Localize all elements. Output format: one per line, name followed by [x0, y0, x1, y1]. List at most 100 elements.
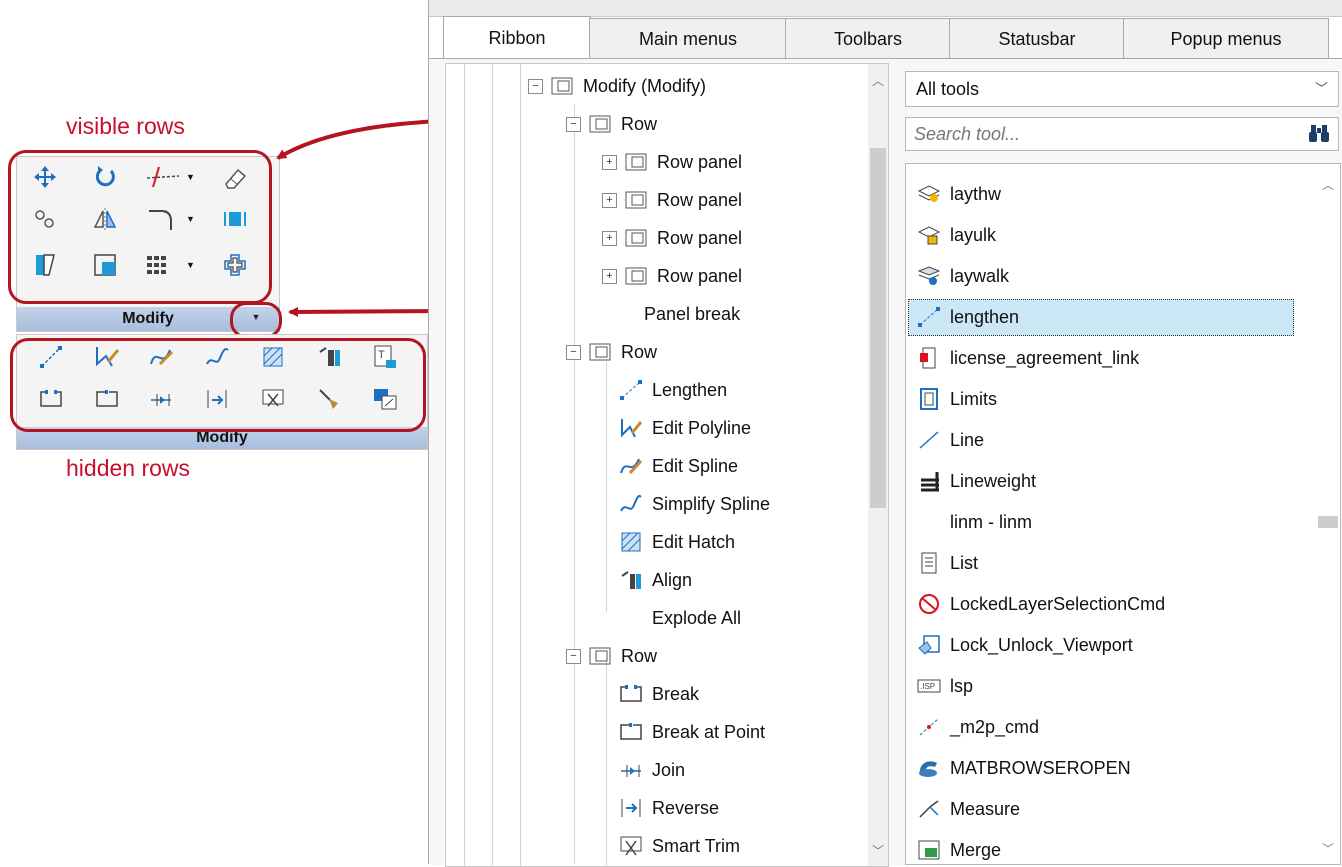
- tool-list-item[interactable]: linm - linm: [906, 504, 1340, 540]
- join-icon: [618, 758, 644, 782]
- tree-node-row-panel[interactable]: + Row panel: [602, 182, 742, 218]
- row-icon: [587, 644, 613, 668]
- ribbon-tree[interactable]: − Modify (Modify) − Row + Row panel + Ro…: [445, 63, 889, 867]
- tree-node-command[interactable]: Reverse: [618, 790, 719, 826]
- tool-list-item[interactable]: .ISP lsp: [906, 668, 1306, 704]
- tree-scroll-thumb[interactable]: [870, 148, 886, 508]
- expand-icon[interactable]: +: [602, 230, 617, 246]
- tool-list-item[interactable]: Merge: [906, 832, 1306, 864]
- tool-filter-value: All tools: [916, 78, 980, 99]
- tool-list-item[interactable]: layulk: [906, 217, 1306, 253]
- tool-list-item[interactable]: Line: [906, 422, 1306, 458]
- expand-icon[interactable]: +: [602, 268, 617, 284]
- tree-node-label: Row panel: [657, 265, 743, 286]
- collapse-icon[interactable]: −: [566, 116, 581, 132]
- tree-node-row[interactable]: − Row: [566, 106, 657, 142]
- tree-node-label: Row panel: [657, 227, 743, 248]
- tree-node-label: Simplify Spline: [652, 493, 771, 514]
- tool-list-item[interactable]: Lineweight: [906, 463, 1306, 499]
- tool-list-item[interactable]: license_agreement_link: [906, 340, 1306, 376]
- collapse-icon[interactable]: −: [528, 78, 543, 94]
- svg-text:.ISP: .ISP: [920, 682, 935, 691]
- tab-main-menus[interactable]: Main menus: [589, 18, 787, 59]
- tree-node-command[interactable]: Smart Trim: [618, 828, 740, 864]
- tool-search-box[interactable]: [905, 117, 1339, 151]
- tool-label: lsp: [950, 675, 974, 696]
- tool-list-scroll-thumb[interactable]: [1318, 516, 1338, 528]
- tool-label: List: [950, 552, 979, 573]
- tree-node-command[interactable]: Join: [618, 752, 685, 788]
- tree-node-row-panel[interactable]: + Row panel: [602, 144, 742, 180]
- tool-filter-select[interactable]: All tools ﹀: [905, 71, 1339, 107]
- layer-unlock-icon: [916, 223, 942, 247]
- tool-search-input[interactable]: [906, 118, 1296, 150]
- license-icon: [916, 346, 942, 370]
- collapse-icon[interactable]: −: [566, 344, 581, 360]
- tool-list-item[interactable]: Limits: [906, 381, 1306, 417]
- tool-list-item-selected[interactable]: lengthen: [906, 299, 1306, 335]
- tree-node-label: Row panel: [657, 189, 743, 210]
- reverse-icon: [618, 796, 644, 820]
- tool-label: Lock_Unlock_Viewport: [950, 634, 1133, 655]
- expand-icon[interactable]: +: [602, 154, 617, 170]
- tool-label: license_agreement_link: [950, 347, 1140, 368]
- scroll-up-icon[interactable]: ︿: [1322, 176, 1334, 193]
- tool-list-scrollbar[interactable]: [1318, 164, 1338, 864]
- tree-node-command[interactable]: Break: [618, 676, 699, 712]
- tree-node-row-panel[interactable]: + Row panel: [602, 220, 742, 256]
- tree-node-label: Lengthen: [652, 379, 728, 400]
- tool-label: Measure: [950, 798, 1021, 819]
- tab-content: − Modify (Modify) − Row + Row panel + Ro…: [429, 58, 1342, 867]
- tool-list-item[interactable]: List: [906, 545, 1306, 581]
- visible-rows-highlight: [8, 150, 272, 304]
- tree-node-command[interactable]: Edit Polyline: [618, 410, 751, 446]
- expand-icon[interactable]: +: [602, 192, 617, 208]
- break-icon: [618, 682, 644, 706]
- layer-walk-icon: [916, 264, 942, 288]
- tree-node-command[interactable]: Explode All: [652, 600, 741, 636]
- tree-node-command[interactable]: Edit Spline: [618, 448, 738, 484]
- tool-list[interactable]: laythw layulk laywalk lengthen license_a…: [905, 163, 1341, 865]
- align-icon: [618, 568, 644, 592]
- simplify-spline-icon: [618, 492, 644, 516]
- scroll-down-icon[interactable]: ﹀: [1322, 840, 1334, 857]
- tree-node-row[interactable]: − Row: [566, 638, 657, 674]
- collapse-icon[interactable]: −: [566, 648, 581, 664]
- tool-list-item[interactable]: _m2p_cmd: [906, 709, 1306, 745]
- tool-list-item[interactable]: LockedLayerSelectionCmd: [906, 586, 1306, 622]
- tool-list-item[interactable]: MATBROWSEROPEN: [906, 750, 1306, 786]
- tab-popup-menus[interactable]: Popup menus: [1123, 18, 1329, 59]
- lsp-file-icon: .ISP: [916, 674, 942, 698]
- tree-node-label: Modify (Modify): [583, 75, 707, 96]
- row-icon: [587, 112, 613, 136]
- tab-statusbar[interactable]: Statusbar: [949, 18, 1125, 59]
- tool-list-item[interactable]: Lock_Unlock_Viewport: [906, 627, 1306, 663]
- tab-toolbars[interactable]: Toolbars: [785, 18, 951, 59]
- tool-label: linm - linm: [950, 511, 1033, 532]
- scroll-up-icon[interactable]: ︿: [872, 72, 884, 89]
- scroll-down-icon[interactable]: ﹀: [872, 842, 884, 859]
- edit-polyline-icon: [618, 416, 644, 440]
- tree-node-panel-break[interactable]: Panel break: [644, 296, 740, 332]
- tool-label: Merge: [950, 839, 1002, 860]
- tool-list-item[interactable]: laythw: [906, 176, 1306, 212]
- tool-list-item[interactable]: laywalk: [906, 258, 1306, 294]
- tree-node-command[interactable]: Edit Hatch: [618, 524, 735, 560]
- tree-node-label: Row: [621, 113, 658, 134]
- tree-node-row[interactable]: − Row: [566, 334, 657, 370]
- tree-node-label: Edit Spline: [652, 455, 739, 476]
- tab-ribbon[interactable]: Ribbon: [443, 16, 591, 59]
- tree-node-command[interactable]: Lengthen: [618, 372, 727, 408]
- tool-list-item[interactable]: Measure: [906, 791, 1306, 827]
- tree-node-label: Smart Trim: [652, 835, 740, 856]
- hidden-rows-label: hidden rows: [66, 455, 191, 481]
- tree-node-label: Reverse: [652, 797, 720, 818]
- tree-node-command[interactable]: Align: [618, 562, 692, 598]
- binoculars-icon[interactable]: [1308, 122, 1330, 149]
- tree-node-command[interactable]: Simplify Spline: [618, 486, 770, 522]
- tool-label: Lineweight: [950, 470, 1037, 491]
- tool-label: LockedLayerSelectionCmd: [950, 593, 1166, 614]
- tree-node-modify[interactable]: − Modify (Modify): [528, 68, 706, 104]
- tree-node-row-panel[interactable]: + Row panel: [602, 258, 742, 294]
- tree-node-command[interactable]: Break at Point: [618, 714, 765, 750]
